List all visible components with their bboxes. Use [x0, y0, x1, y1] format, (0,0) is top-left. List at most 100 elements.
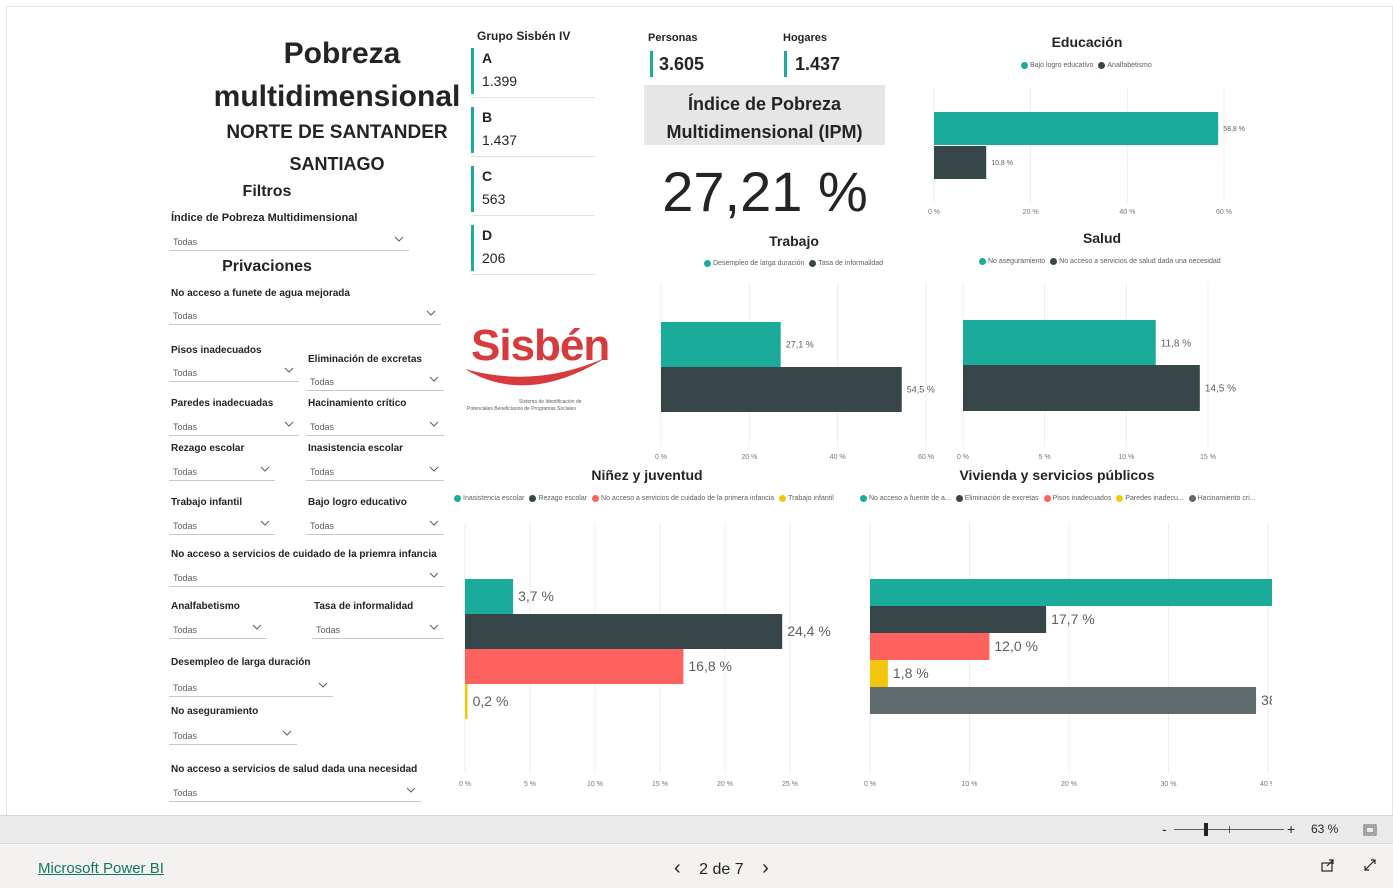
- filter-label-bajo-logro: Bajo logro educativo: [308, 497, 407, 508]
- tick-label: 0 %: [957, 454, 969, 461]
- page-title-line1: Pobreza: [283, 37, 401, 70]
- filter-slicer-agua[interactable]: Todas: [169, 305, 441, 325]
- tick-label: 40 %: [1119, 209, 1135, 216]
- filter-slicer-inasistencia[interactable]: Todas: [306, 461, 444, 481]
- zoom-slider-handle[interactable]: [1204, 823, 1208, 836]
- prev-page-button[interactable]: ‹: [674, 857, 681, 879]
- pager: ‹ 2 de 7 ›: [674, 857, 769, 880]
- accent-bar: [784, 51, 787, 77]
- filter-label-salud-necesidad: No acceso a servicios de salud dada una …: [171, 764, 418, 775]
- filter-label-hacinamiento: Hacinamiento crítico: [308, 398, 407, 409]
- legend-dot: [1098, 62, 1106, 69]
- tick-label: 0 %: [655, 454, 667, 461]
- legend-item: Rezago escolar: [538, 495, 588, 503]
- bar: [963, 320, 1156, 366]
- tick-label: 20 %: [741, 454, 757, 461]
- grupo-letter: B: [482, 109, 493, 125]
- legend-item: Analfabetismo: [1107, 62, 1152, 70]
- tick-label: 30 %: [1161, 781, 1177, 788]
- grupo-value: 1.399: [482, 73, 518, 89]
- ipm-value: 27,21 %: [662, 160, 868, 223]
- filter-slicer-ipm[interactable]: Todas: [169, 231, 409, 251]
- filter-label-excretas: Eliminación de excretas: [308, 354, 422, 365]
- filter-label-trabajo-infantil: Trabajo infantil: [171, 497, 243, 508]
- chart-educacion: 0 % 20 % 40 % 60 % 58,8 % 10,8 %: [928, 87, 1245, 216]
- fullscreen-icon[interactable]: [1362, 857, 1378, 873]
- chevron-down-icon: [406, 787, 416, 793]
- legend-dot: [704, 260, 711, 267]
- bar: [870, 579, 1272, 606]
- bar: [934, 146, 987, 179]
- zoom-in-button[interactable]: +: [1287, 821, 1295, 837]
- grupo-value: 563: [482, 191, 506, 207]
- grupo-value: 206: [482, 250, 506, 266]
- filter-slicer-salud-necesidad[interactable]: Todas: [169, 782, 421, 802]
- department-name: NORTE DE SANTANDER: [226, 122, 448, 143]
- legend-item: Trabajo infantil: [788, 495, 834, 503]
- legend-item: Desempleo de larga duración: [713, 260, 805, 268]
- filter-slicer-trabajo-infantil[interactable]: Todas: [169, 515, 275, 535]
- filter-slicer-hacinamiento[interactable]: Todas: [306, 416, 444, 436]
- data-label: 14,5 %: [1205, 383, 1236, 394]
- bar: [870, 687, 1257, 714]
- chart-title-educacion: Educación: [1051, 34, 1123, 50]
- slicer-value: Todas: [310, 377, 335, 387]
- filter-slicer-analfabetismo[interactable]: Todas: [169, 619, 267, 639]
- personas-label: Personas: [648, 32, 698, 44]
- filter-slicer-bajo-logro[interactable]: Todas: [306, 515, 444, 535]
- power-bi-link[interactable]: Microsoft Power BI: [38, 860, 164, 877]
- grupo-card-b: B 1.437: [471, 107, 595, 157]
- filter-slicer-paredes[interactable]: Todas: [169, 416, 299, 436]
- filter-label-inasistencia: Inasistencia escolar: [308, 443, 404, 454]
- legend-salud: No aseguramiento No acceso a servicios d…: [979, 258, 1224, 265]
- filter-slicer-pisos[interactable]: Todas: [169, 362, 299, 382]
- filter-slicer-primera-infancia[interactable]: Todas: [169, 567, 444, 587]
- legend-dot: [1116, 495, 1124, 502]
- chart-trabajo: 0 % 20 % 40 % 60 % 27,1 % 54,5 %: [655, 283, 935, 461]
- accent-bar: [471, 48, 474, 94]
- bar: [465, 649, 684, 684]
- sisben-logo: Sisbén Sistema de Identificación de Pote…: [457, 319, 617, 419]
- data-label: 27,1 %: [786, 340, 814, 350]
- legend-item: Paredes inadecu...: [1125, 495, 1184, 503]
- sisben-logo-subtitle-1: Sistema de Identificación de: [519, 399, 582, 405]
- legend-dot: [592, 495, 600, 502]
- chevron-down-icon: [318, 682, 328, 688]
- filters-heading: Filtros: [242, 183, 292, 200]
- tick-label: 10 %: [1118, 454, 1134, 461]
- legend-vivienda: No acceso a fuente de a... Eliminación d…: [860, 495, 1259, 502]
- chart-title-vivienda: Vivienda y servicios públicos: [959, 467, 1155, 483]
- municipality-name: SANTIAGO: [289, 154, 385, 174]
- fit-to-page-icon[interactable]: [1362, 822, 1378, 838]
- filter-slicer-excretas[interactable]: Todas: [306, 371, 444, 391]
- filter-slicer-informalidad[interactable]: Todas: [312, 619, 444, 639]
- legend-dot: [529, 495, 537, 502]
- legend-item: No acceso a servicios de salud dada una …: [1059, 258, 1221, 266]
- slicer-value: Todas: [173, 521, 198, 531]
- share-icon[interactable]: [1320, 857, 1336, 873]
- next-page-button[interactable]: ›: [762, 857, 769, 879]
- chevron-down-icon: [429, 421, 439, 427]
- slicer-value: Todas: [173, 467, 198, 477]
- zoom-out-button[interactable]: -: [1162, 821, 1167, 837]
- grupo-card-c: C 563: [471, 166, 595, 216]
- bar: [661, 367, 902, 412]
- tick-label: 60 %: [918, 454, 934, 461]
- filter-slicer-aseguramiento[interactable]: Todas: [169, 725, 297, 745]
- footer-bar: Microsoft Power BI ‹ 2 de 7 ›: [0, 843, 1393, 888]
- filter-label-informalidad: Tasa de informalidad: [314, 601, 414, 612]
- legend-item: Tasa de informalidad: [818, 260, 883, 268]
- tick-label: 15 %: [652, 781, 668, 788]
- legend-ninez: Inasistencia escolar Rezago escolar No a…: [454, 495, 837, 502]
- filter-slicer-rezago[interactable]: Todas: [169, 461, 275, 481]
- slicer-value: Todas: [173, 788, 198, 798]
- filter-slicer-desempleo[interactable]: Todas: [169, 677, 333, 697]
- chart-vivienda: 0 %10 %20 %30 %40 %42,0 %17,7 %12,0 %1,8…: [864, 522, 1272, 788]
- grupo-card-a: A 1.399: [471, 48, 595, 98]
- grupo-letter: D: [482, 227, 493, 243]
- hogares-label: Hogares: [783, 32, 828, 44]
- grupo-value: 1.437: [482, 132, 518, 148]
- sisben-logo-text: Sisbén: [471, 321, 610, 370]
- slicer-value: Todas: [173, 683, 198, 693]
- legend-item: Hacinamiento cri...: [1197, 495, 1256, 503]
